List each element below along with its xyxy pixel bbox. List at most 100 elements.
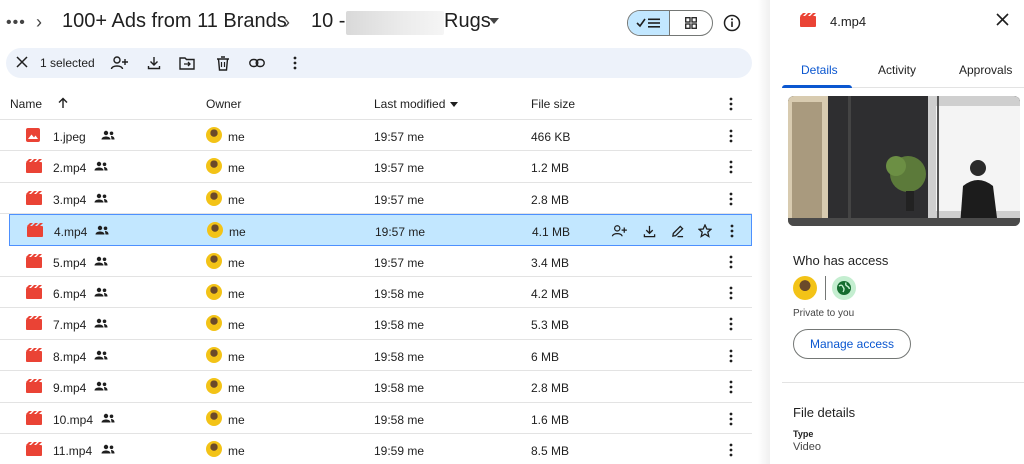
file-name[interactable]: 6.mp4: [53, 287, 86, 301]
table-row[interactable]: 2.mp4 me 19:57 me 1.2 MB: [0, 151, 752, 183]
active-tab-indicator: [782, 85, 852, 88]
trash-icon[interactable]: [214, 54, 232, 72]
more-vert-icon[interactable]: [726, 285, 736, 301]
more-vert-icon[interactable]: [726, 348, 736, 364]
breadcrumb-item-current-suffix[interactable]: Rugs: [444, 10, 491, 33]
breadcrumb-separator: ›: [36, 12, 42, 32]
table-row[interactable]: 1.jpeg me 19:57 me 466 KB: [0, 120, 752, 152]
owner-name: me: [228, 255, 245, 270]
file-size: 1.6 MB: [531, 412, 570, 427]
avatar: [206, 283, 222, 300]
more-vert-icon[interactable]: [726, 191, 736, 207]
file-name[interactable]: 4.mp4: [54, 225, 87, 239]
table-row[interactable]: 10.mp4 me 19:58 me 1.6 MB: [0, 403, 752, 434]
video-thumbnail[interactable]: [788, 96, 1020, 226]
video-file-icon: [26, 284, 42, 299]
more-vert-icon[interactable]: [726, 442, 736, 458]
who-has-access-heading: Who has access: [793, 253, 889, 268]
more-vert-icon[interactable]: [726, 316, 736, 332]
table-row[interactable]: 5.mp4 me 19:57 me 3.4 MB: [0, 246, 752, 277]
share-person-add-icon[interactable]: [110, 54, 128, 72]
caret-down-icon[interactable]: [450, 102, 458, 107]
avatar: [206, 127, 222, 143]
column-header-name[interactable]: Name: [10, 97, 42, 111]
globe-icon[interactable]: [832, 276, 856, 300]
table-row[interactable]: 6.mp4 me 19:58 me 4.2 MB: [0, 277, 752, 309]
table-row[interactable]: 3.mp4 me 19:57 me 2.8 MB: [0, 183, 752, 215]
table-row[interactable]: 7.mp4 me 19:58 me 5.3 MB: [0, 308, 752, 340]
list-view-button[interactable]: [628, 11, 670, 35]
shared-people-icon: [101, 413, 115, 423]
file-name[interactable]: 11.mp4: [53, 444, 92, 458]
shared-people-icon: [94, 318, 108, 328]
sort-arrow-up-icon[interactable]: [58, 97, 68, 109]
info-icon[interactable]: [722, 13, 742, 33]
more-vert-icon[interactable]: [726, 254, 736, 270]
file-name[interactable]: 3.mp4: [53, 193, 86, 207]
breadcrumb-more-button[interactable]: •••: [6, 14, 25, 31]
manage-access-button[interactable]: Manage access: [793, 329, 911, 359]
last-modified: 19:58 me: [374, 381, 425, 396]
file-size: 1.2 MB: [531, 161, 570, 176]
more-vert-icon[interactable]: [726, 411, 736, 427]
file-name[interactable]: 2.mp4: [53, 161, 86, 175]
file-name[interactable]: 8.mp4: [53, 350, 86, 364]
file-name[interactable]: 7.mp4: [53, 318, 86, 332]
more-vert-icon[interactable]: [726, 379, 736, 395]
chevron-down-icon[interactable]: [489, 18, 499, 24]
last-modified: 19:59 me: [374, 443, 425, 458]
link-icon[interactable]: [248, 54, 266, 72]
details-panel: 4.mp4 Details Activity Approvals Who has…: [758, 0, 1024, 464]
file-size: 8.5 MB: [531, 443, 570, 458]
file-type-value: Video: [793, 441, 821, 453]
breadcrumb-item-current-prefix[interactable]: 10 -: [311, 10, 345, 33]
file-name[interactable]: 1.jpeg: [53, 130, 86, 144]
column-header-file-size[interactable]: File size: [531, 97, 575, 111]
rename-edit-icon[interactable]: [669, 223, 685, 239]
file-name[interactable]: 10.mp4: [53, 413, 93, 427]
tab-approvals[interactable]: Approvals: [959, 63, 1012, 77]
tab-activity[interactable]: Activity: [878, 63, 916, 77]
tab-details[interactable]: Details: [801, 63, 838, 77]
shared-people-icon: [94, 287, 108, 297]
grid-view-button[interactable]: [670, 11, 712, 35]
clear-selection-icon[interactable]: [16, 56, 28, 68]
download-icon[interactable]: [641, 223, 657, 239]
avatar: [206, 189, 222, 206]
close-icon[interactable]: [996, 13, 1009, 26]
file-name[interactable]: 5.mp4: [53, 256, 86, 270]
more-vert-icon[interactable]: [286, 54, 304, 72]
video-file-icon: [26, 410, 42, 425]
table-row[interactable]: 9.mp4 me 19:58 me 2.8 MB: [0, 371, 752, 403]
download-icon[interactable]: [145, 54, 163, 72]
file-size: 2.8 MB: [531, 192, 570, 207]
panel-tabs: Details Activity Approvals: [782, 58, 1024, 88]
more-vert-icon[interactable]: [726, 128, 736, 144]
redacted-text: [346, 11, 444, 35]
file-size: 2.8 MB: [531, 381, 570, 396]
owner-name: me: [228, 412, 245, 427]
file-size: 3.4 MB: [531, 255, 570, 270]
owner-name: me: [228, 318, 245, 333]
table-row[interactable]: 8.mp4 me 19:58 me 6 MB: [0, 340, 752, 372]
file-name[interactable]: 9.mp4: [53, 381, 86, 395]
owner-avatar[interactable]: [793, 276, 817, 300]
table-row[interactable]: 4.mp4 me 19:57 me 4.1 MB: [9, 214, 752, 246]
shared-people-icon: [94, 381, 108, 391]
table-row[interactable]: 11.mp4 me 19:59 me 8.5 MB: [0, 434, 752, 464]
shared-people-icon: [94, 256, 108, 266]
video-file-icon: [26, 253, 42, 268]
more-vert-icon[interactable]: [727, 223, 737, 239]
more-vert-icon[interactable]: [729, 97, 733, 111]
owner-name: me: [228, 130, 245, 144]
move-to-folder-icon[interactable]: [178, 54, 196, 72]
column-header-owner[interactable]: Owner: [206, 97, 241, 111]
shared-people-icon: [101, 130, 115, 140]
share-person-add-icon[interactable]: [611, 223, 627, 239]
breadcrumb-item-parent[interactable]: 100+ Ads from 11 Brands: [62, 10, 287, 33]
star-icon[interactable]: [697, 223, 713, 239]
owner-name: me: [228, 192, 245, 207]
more-vert-icon[interactable]: [726, 159, 736, 175]
column-header-last-modified[interactable]: Last modified: [374, 97, 445, 111]
last-modified: 19:58 me: [374, 286, 425, 301]
